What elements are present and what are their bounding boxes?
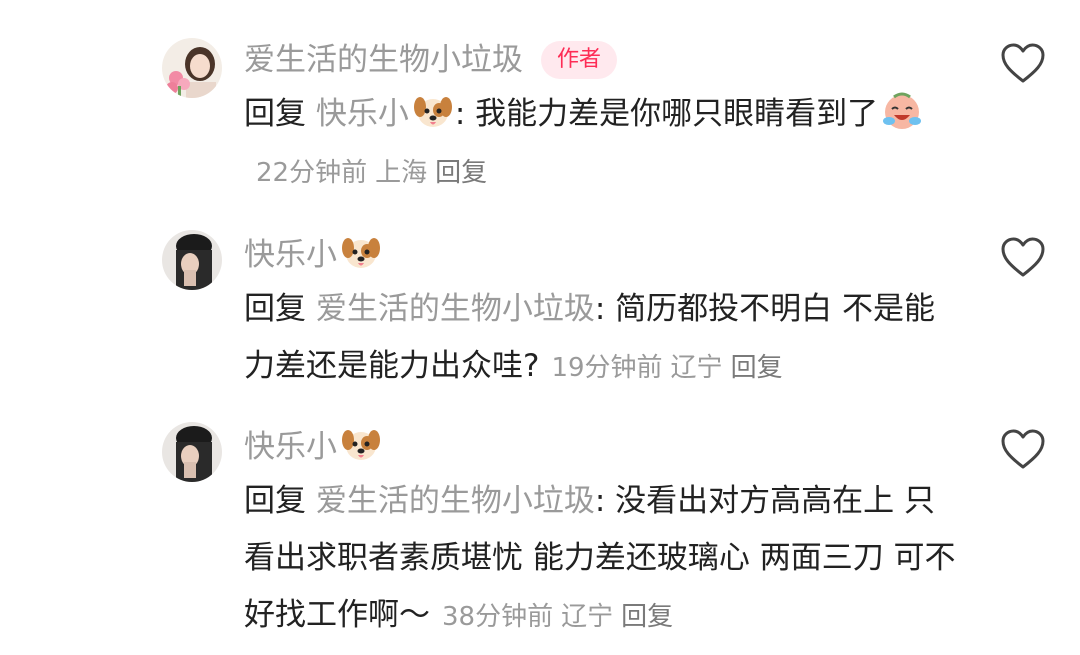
colon: : — [594, 291, 616, 327]
comment-meta: 22分钟前 上海 回复 — [256, 158, 495, 188]
reply-target-name[interactable]: 爱生活的生物小垃圾 — [316, 483, 595, 519]
comment-body: 爱生活的生物小垃圾 作者 回复 快乐小: 我能力差是你哪只眼睛看到了 22分钟前上… — [244, 38, 964, 202]
comment-body: 快乐小 回复 爱生活的生物小垃圾: 没看出对方高高在上 只看出求职者素质堪忧 能… — [244, 422, 964, 646]
reply-word: 回复 — [244, 96, 306, 132]
heart-outline-icon — [1001, 237, 1045, 277]
username[interactable]: 快乐小 — [244, 230, 383, 277]
reply-button[interactable]: 回复 — [731, 353, 783, 383]
comment-location: 上海 — [375, 158, 428, 188]
person-black-hat-icon — [162, 422, 222, 482]
author-badge: 作者 — [541, 41, 618, 79]
comment-content: 我能力差是你哪只眼睛看到了 — [475, 96, 879, 132]
comment-time: 22分钟前 — [256, 158, 368, 188]
user-avatar[interactable] — [162, 38, 222, 98]
dog-face-icon — [342, 238, 380, 268]
username-row: 爱生活的生物小垃圾 作者 — [244, 38, 964, 82]
like-button[interactable] — [1000, 428, 1046, 472]
comment-meta: 19分钟前 辽宁 回复 — [551, 353, 790, 383]
person-black-hat-icon — [162, 230, 222, 290]
reply-word: 回复 — [244, 291, 306, 327]
dog-face-icon — [413, 97, 452, 127]
comment-location: 辽宁 — [561, 602, 614, 632]
reply-target-name[interactable]: 快乐小 — [316, 96, 455, 132]
heart-outline-icon — [1001, 43, 1045, 83]
user-avatar[interactable] — [162, 230, 222, 290]
username[interactable]: 快乐小 — [244, 422, 383, 469]
comment-time: 38分钟前 — [442, 602, 554, 632]
username-label: 快乐小 — [244, 429, 337, 465]
comment-time: 19分钟前 — [551, 353, 663, 383]
comment-text[interactable]: 回复 快乐小: 我能力差是你哪只眼睛看到了22分钟前 上海 回复 — [244, 86, 964, 202]
dog-face-icon — [342, 430, 380, 460]
colon: : — [454, 96, 476, 132]
username-row: 快乐小 — [244, 230, 964, 277]
comment-text[interactable]: 回复 爱生活的生物小垃圾: 简历都投不明白 不是能力差还是能力出众哇? 19分钟前… — [244, 281, 964, 397]
comment-text[interactable]: 回复 爱生活的生物小垃圾: 没看出对方高高在上 只看出求职者素质堪忧 能力差还玻… — [244, 473, 964, 646]
reply-target-name[interactable]: 爱生活的生物小垃圾 — [316, 291, 595, 327]
crying-laughing-face-icon — [883, 92, 922, 129]
comment-location: 辽宁 — [670, 353, 723, 383]
heart-outline-icon — [1001, 429, 1045, 469]
reply-button[interactable]: 回复 — [621, 602, 673, 632]
like-button[interactable] — [1000, 236, 1046, 280]
reply-button[interactable]: 回复 — [435, 158, 487, 188]
reply-target-label: 快乐小 — [315, 96, 409, 132]
colon: : — [594, 483, 616, 519]
girl-with-flowers-icon — [162, 38, 222, 98]
like-button[interactable] — [1000, 42, 1046, 86]
reply-word: 回复 — [244, 483, 306, 519]
comment-meta: 38分钟前 辽宁 回复 — [442, 602, 681, 632]
username-row: 快乐小 — [244, 422, 964, 469]
username[interactable]: 爱生活的生物小垃圾 — [244, 38, 523, 82]
user-avatar[interactable] — [162, 422, 222, 482]
username-label: 快乐小 — [244, 237, 337, 273]
comment-body: 快乐小 回复 爱生活的生物小垃圾: 简历都投不明白 不是能力差还是能力出众哇? 1… — [244, 230, 964, 397]
